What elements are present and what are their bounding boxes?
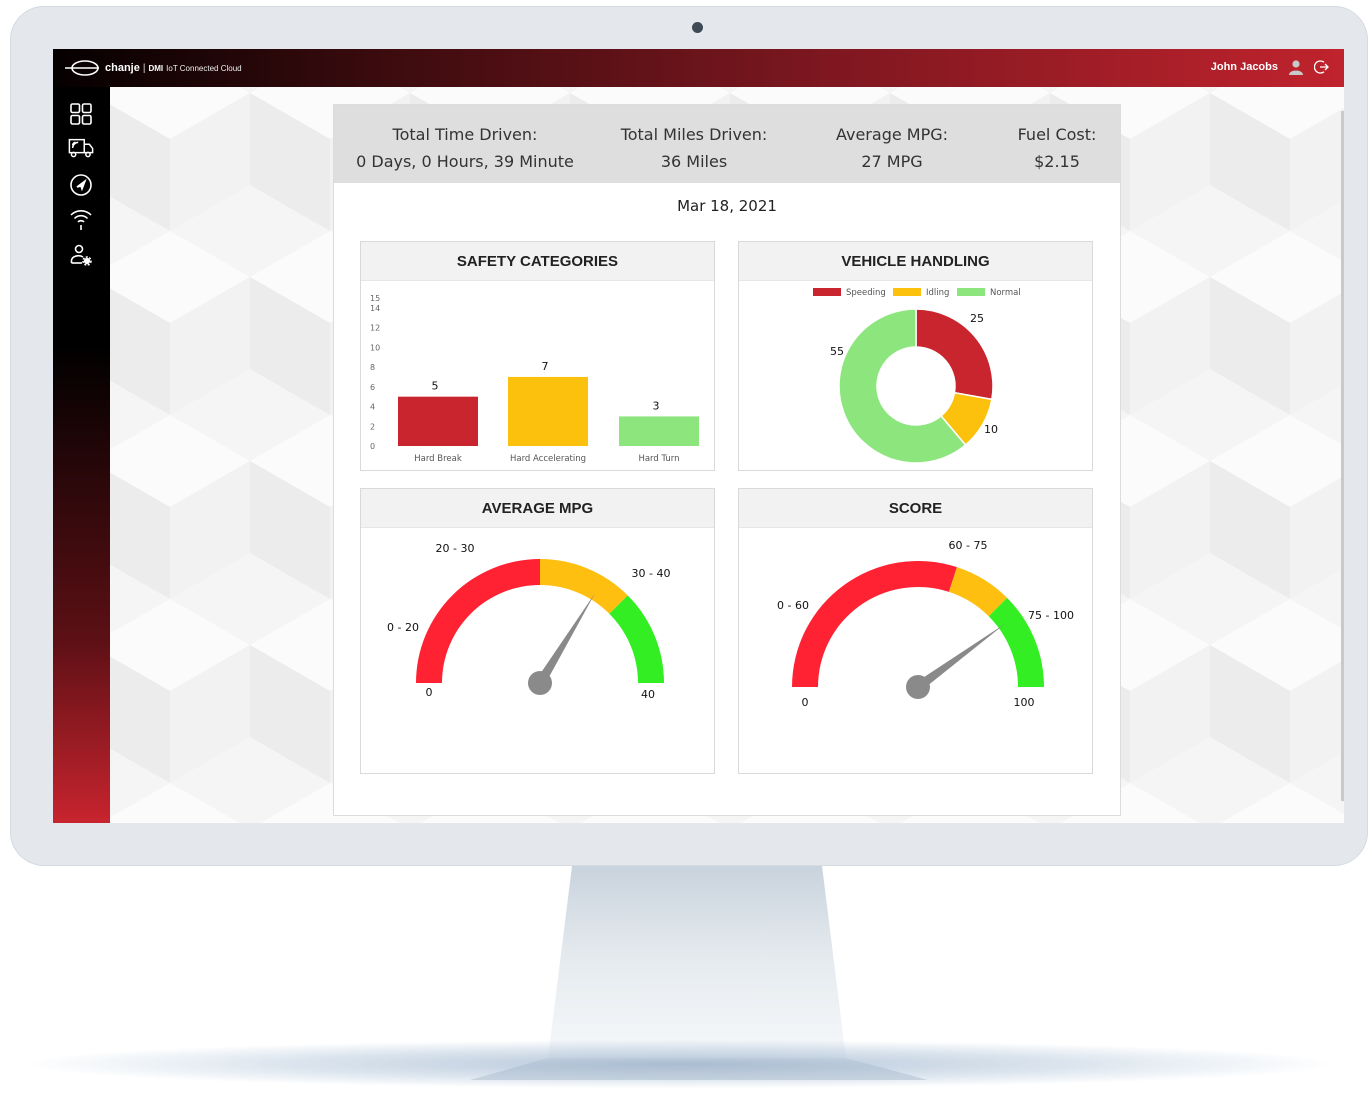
stat-time-driven: Total Time Driven: 0 Days, 0 Hours, 39 M… bbox=[354, 121, 576, 175]
top-bar: chanje | DMI IoT Connected Cloud John Ja… bbox=[53, 49, 1344, 87]
stat-label: Total Time Driven: bbox=[392, 125, 538, 144]
gauge-band-label: 75 - 100 bbox=[1028, 609, 1074, 622]
vehicle-handling-donut-chart: Speeding Idling Normal 25 10 55 bbox=[813, 288, 1021, 464]
card-title: AVERAGE MPG bbox=[361, 489, 714, 528]
gauge-band-label: 20 - 30 bbox=[436, 542, 475, 555]
truck-icon[interactable] bbox=[68, 135, 94, 161]
gauge-band-label: 0 - 20 bbox=[387, 621, 419, 634]
brand-cloud: IoT Connected Cloud bbox=[166, 63, 242, 73]
slice-value-label: 25 bbox=[970, 312, 984, 325]
y-tick-label: 0 bbox=[370, 442, 375, 451]
y-tick-label: 14 bbox=[370, 304, 380, 313]
bar-value-label: 3 bbox=[653, 399, 660, 412]
legend-label: Normal bbox=[990, 288, 1021, 298]
legend-swatch bbox=[957, 288, 985, 296]
gauge-band-label: 60 - 75 bbox=[949, 539, 988, 552]
x-tick-label: Hard Break bbox=[414, 454, 462, 464]
report-date: Mar 18, 2021 bbox=[677, 197, 777, 215]
user-settings-icon[interactable] bbox=[68, 242, 94, 268]
card-title: SAFETY CATEGORIES bbox=[361, 242, 714, 281]
gauge-band bbox=[416, 559, 540, 683]
bar bbox=[619, 416, 699, 446]
stats-bar: Total Time Driven: 0 Days, 0 Hours, 39 M… bbox=[334, 105, 1120, 183]
gauge-band-label: 0 - 60 bbox=[777, 599, 809, 612]
vehicle-handling-card: VEHICLE HANDLING Speeding Idling Normal 25 1… bbox=[738, 241, 1093, 471]
page-scrollbar[interactable] bbox=[1341, 111, 1344, 801]
user-name: John Jacobs bbox=[1210, 61, 1278, 73]
gauge-max-label: 40 bbox=[641, 688, 655, 701]
grid-icon[interactable] bbox=[68, 101, 94, 127]
gauge-max-label: 100 bbox=[1014, 696, 1035, 709]
stat-label: Total Miles Driven: bbox=[620, 125, 768, 144]
y-tick-label: 12 bbox=[370, 324, 380, 333]
floor-shadow bbox=[30, 1040, 1330, 1088]
gauge-needle bbox=[535, 592, 596, 686]
chanje-logo-icon bbox=[65, 60, 99, 76]
stat-miles-driven: Total Miles Driven: 36 Miles bbox=[609, 121, 779, 175]
bar bbox=[508, 376, 588, 446]
gauge-needle-hub bbox=[528, 671, 552, 695]
stat-fuel-cost: Fuel Cost: $2.15 bbox=[1004, 121, 1110, 175]
gauge-min-label: 0 bbox=[426, 686, 433, 699]
y-tick-label: 2 bbox=[370, 422, 375, 431]
wifi-icon[interactable] bbox=[68, 206, 94, 232]
bar-value-label: 7 bbox=[542, 360, 549, 373]
brand-name: chanje bbox=[105, 62, 140, 74]
gauge-band bbox=[792, 561, 957, 687]
bar bbox=[398, 396, 478, 446]
x-tick-label: Hard Accelerating bbox=[510, 454, 586, 464]
y-tick-label: 10 bbox=[370, 343, 380, 352]
dashboard-panel: Total Time Driven: 0 Days, 0 Hours, 39 M… bbox=[333, 104, 1121, 816]
y-tick-label: 4 bbox=[370, 403, 375, 412]
y-tick-label: 15 bbox=[370, 294, 380, 303]
navigation-icon[interactable] bbox=[68, 172, 94, 198]
screen: chanje | DMI IoT Connected Cloud John Ja… bbox=[53, 49, 1344, 823]
legend-swatch bbox=[893, 288, 921, 296]
stat-value: $2.15 bbox=[1034, 152, 1080, 171]
y-tick-label: 8 bbox=[370, 363, 375, 372]
brand-logo[interactable]: chanje | DMI IoT Connected Cloud bbox=[65, 59, 242, 77]
x-tick-label: Hard Turn bbox=[638, 454, 679, 464]
safety-categories-card: SAFETY CATEGORIES 0 2 4 6 8 10 12 14 15 5 Hard Bre… bbox=[360, 241, 715, 471]
logout-icon[interactable] bbox=[1314, 59, 1330, 75]
gauge-band bbox=[540, 559, 628, 614]
stat-label: Average MPG: bbox=[835, 125, 949, 144]
stat-value: 36 Miles bbox=[660, 152, 728, 171]
gauge-needle bbox=[915, 623, 1006, 692]
slice-value-label: 10 bbox=[984, 423, 998, 436]
gauge-needle-hub bbox=[906, 675, 930, 699]
average-mpg-gauge: 0 - 20 20 - 30 30 - 40 0 40 bbox=[387, 542, 671, 701]
safety-bar-chart: 0 2 4 6 8 10 12 1415 5 Hard Break 7 Hard Accelerati… bbox=[370, 294, 699, 464]
score-card: SCORE 0 - 60 60 - 75 75 - 100 0 100 bbox=[738, 488, 1093, 774]
gauge-band bbox=[609, 595, 664, 683]
score-gauge: 0 - 60 60 - 75 75 - 100 0 100 bbox=[777, 539, 1074, 709]
stat-label: Fuel Cost: bbox=[1017, 125, 1097, 144]
brand-separator: | bbox=[142, 62, 146, 74]
card-title: SCORE bbox=[739, 489, 1092, 528]
stat-value: 0 Days, 0 Hours, 39 Minute bbox=[356, 152, 574, 171]
user-menu[interactable]: John Jacobs bbox=[1211, 59, 1330, 75]
legend-label: Idling bbox=[926, 288, 949, 298]
y-tick-label: 6 bbox=[370, 383, 375, 392]
legend-label: Speeding bbox=[846, 288, 886, 298]
stat-average-mpg: Average MPG: 27 MPG bbox=[822, 121, 962, 175]
card-title: VEHICLE HANDLING bbox=[739, 242, 1092, 281]
legend-swatch bbox=[813, 288, 841, 296]
average-mpg-card: AVERAGE MPG 0 - 20 20 - 30 30 - 40 0 40 bbox=[360, 488, 715, 774]
gauge-min-label: 0 bbox=[802, 696, 809, 709]
gauge-band-label: 30 - 40 bbox=[632, 567, 671, 580]
bar-value-label: 5 bbox=[432, 380, 439, 393]
sidebar bbox=[53, 87, 110, 823]
stat-value: 27 MPG bbox=[861, 152, 923, 171]
brand-dmi: DMI bbox=[148, 63, 164, 73]
user-icon[interactable] bbox=[1288, 59, 1304, 75]
slice-value-label: 55 bbox=[830, 345, 844, 358]
